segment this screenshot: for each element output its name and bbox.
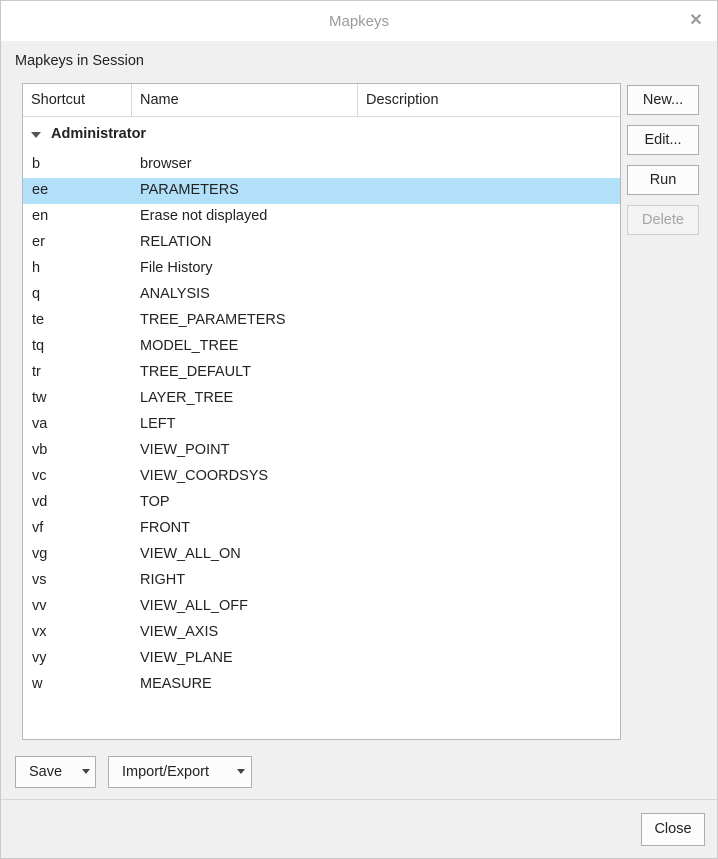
column-header-name[interactable]: Name (132, 84, 358, 116)
column-header-shortcut[interactable]: Shortcut (23, 84, 132, 116)
table-row[interactable]: tw LAYER_TREE (23, 386, 620, 412)
table-row[interactable]: tq MODEL_TREE (23, 334, 620, 360)
name-cell: TOP (140, 494, 170, 510)
shortcut-cell: vx (32, 624, 47, 640)
shortcut-cell: vf (32, 520, 44, 536)
shortcut-cell: vv (32, 598, 47, 614)
table-row[interactable]: vv VIEW_ALL_OFF (23, 594, 620, 620)
triangle-down-icon[interactable] (31, 132, 41, 138)
shortcut-cell: vy (32, 650, 47, 666)
name-cell: MEASURE (140, 676, 212, 692)
save-button-label: Save (29, 764, 63, 780)
name-cell: FRONT (140, 520, 190, 536)
shortcut-cell: va (32, 416, 48, 432)
shortcut-cell: er (32, 234, 45, 250)
shortcut-cell: w (32, 676, 43, 692)
name-cell: Erase not displayed (140, 208, 268, 224)
name-cell: TREE_PARAMETERS (140, 312, 286, 328)
chevron-down-icon[interactable] (82, 769, 90, 774)
name-cell: browser (140, 156, 192, 172)
table-row[interactable]: va LEFT (23, 412, 620, 438)
name-cell: RELATION (140, 234, 212, 250)
name-cell: VIEW_ALL_ON (140, 546, 241, 562)
shortcut-cell: vd (32, 494, 48, 510)
shortcut-cell: vs (32, 572, 47, 588)
table-row[interactable]: vx VIEW_AXIS (23, 620, 620, 646)
table-row[interactable]: en Erase not displayed (23, 204, 620, 230)
table-row[interactable]: vc VIEW_COORDSYS (23, 464, 620, 490)
name-cell: VIEW_COORDSYS (140, 468, 269, 484)
import-export-button-label: Import/Export (122, 764, 210, 780)
name-cell: VIEW_ALL_OFF (140, 598, 248, 614)
table-row[interactable]: vg VIEW_ALL_ON (23, 542, 620, 568)
table-row[interactable]: q ANALYSIS (23, 282, 620, 308)
window-title: Mapkeys (328, 13, 390, 30)
close-button[interactable]: Close (641, 813, 705, 846)
name-cell: VIEW_AXIS (140, 624, 219, 640)
mapkeys-dialog: Mapkeys ✕ Mapkeys in Session Shortcut Na… (0, 0, 718, 859)
section-label: Mapkeys in Session (15, 53, 144, 69)
table-row[interactable]: w MEASURE (23, 672, 620, 698)
name-cell: LEFT (140, 416, 176, 432)
chevron-down-icon[interactable] (237, 769, 245, 774)
delete-button[interactable]: Delete (627, 205, 699, 235)
table-row[interactable]: vd TOP (23, 490, 620, 516)
shortcut-cell: vb (32, 442, 48, 458)
close-icon[interactable]: ✕ (687, 12, 705, 30)
table-row[interactable]: vs RIGHT (23, 568, 620, 594)
shortcut-cell: vg (32, 546, 48, 562)
table-row[interactable]: ee PARAMETERS (23, 178, 620, 204)
shortcut-cell: tw (32, 390, 47, 406)
shortcut-cell: tr (32, 364, 41, 380)
table-row[interactable]: vy VIEW_PLANE (23, 646, 620, 672)
name-cell: TREE_DEFAULT (140, 364, 251, 380)
table-row[interactable]: b browser (23, 152, 620, 178)
edit-button[interactable]: Edit... (627, 125, 699, 155)
table-row[interactable]: vb VIEW_POINT (23, 438, 620, 464)
column-header-description[interactable]: Description (358, 84, 620, 116)
title-bar: Mapkeys ✕ (1, 1, 717, 41)
shortcut-cell: en (32, 208, 49, 224)
shortcut-cell: vc (32, 468, 47, 484)
table-row[interactable]: h File History (23, 256, 620, 282)
name-cell: ANALYSIS (140, 286, 210, 302)
table-row[interactable]: tr TREE_DEFAULT (23, 360, 620, 386)
shortcut-cell: h (32, 260, 41, 276)
run-button[interactable]: Run (627, 165, 699, 195)
save-button[interactable]: Save (15, 756, 96, 788)
mapkeys-table: Shortcut Name Description Administrator … (22, 83, 621, 740)
name-cell: LAYER_TREE (140, 390, 234, 406)
name-cell: VIEW_POINT (140, 442, 230, 458)
shortcut-cell: tq (32, 338, 45, 354)
shortcut-cell: te (32, 312, 45, 328)
name-cell: File History (140, 260, 213, 276)
shortcut-cell: q (32, 286, 41, 302)
footer-divider (1, 799, 717, 800)
table-row[interactable]: er RELATION (23, 230, 620, 256)
group-row-administrator[interactable]: Administrator (23, 124, 620, 148)
name-cell: VIEW_PLANE (140, 650, 233, 666)
table-rows: b browser ee PARAMETERS en Erase not displaye… (23, 152, 620, 698)
name-cell: RIGHT (140, 572, 186, 588)
shortcut-cell: b (32, 156, 41, 172)
name-cell: PARAMETERS (140, 182, 239, 198)
new-button[interactable]: New... (627, 85, 699, 115)
import-export-button[interactable]: Import/Export (108, 756, 252, 788)
group-label: Administrator (51, 126, 147, 142)
name-cell: MODEL_TREE (140, 338, 239, 354)
table-row[interactable]: te TREE_PARAMETERS (23, 308, 620, 334)
table-header: Shortcut Name Description (23, 84, 620, 117)
table-row[interactable]: vf FRONT (23, 516, 620, 542)
shortcut-cell: ee (32, 182, 49, 198)
